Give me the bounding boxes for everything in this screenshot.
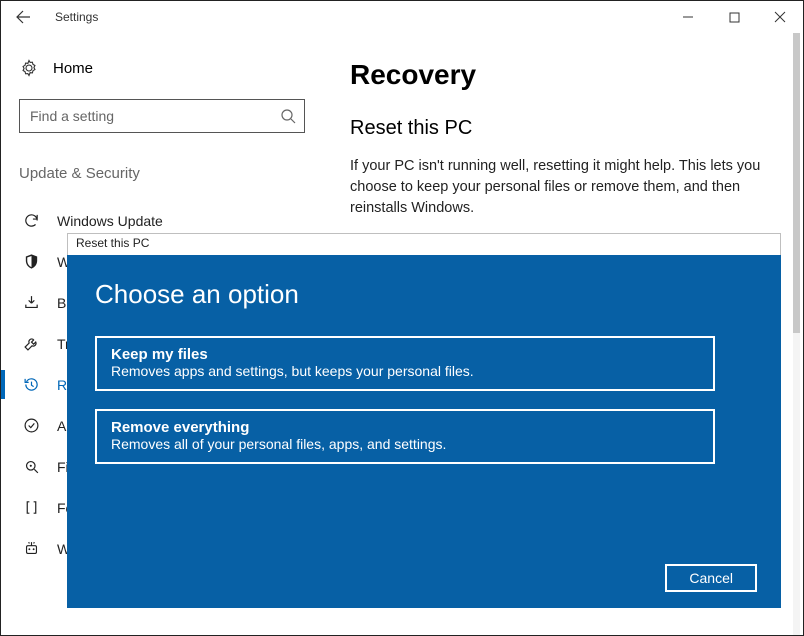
history-icon bbox=[21, 376, 41, 393]
category-label: Update & Security bbox=[19, 165, 308, 182]
window-title: Settings bbox=[45, 10, 98, 24]
dialog-heading: Choose an option bbox=[95, 279, 753, 310]
home-label: Home bbox=[53, 60, 93, 77]
scrollbar-thumb[interactable] bbox=[793, 33, 800, 333]
option-keep-my-files[interactable]: Keep my filesRemoves apps and settings, … bbox=[95, 336, 715, 391]
minimize-button[interactable] bbox=[665, 1, 711, 33]
home-button[interactable]: Home bbox=[19, 59, 308, 77]
reset-pc-dialog: Reset this PC Choose an option Keep my f… bbox=[67, 233, 781, 608]
option-desc: Removes all of your personal files, apps… bbox=[111, 436, 699, 452]
search-placeholder: Find a setting bbox=[30, 108, 114, 124]
gear-icon bbox=[19, 59, 39, 77]
option-remove-everything[interactable]: Remove everythingRemoves all of your per… bbox=[95, 409, 715, 464]
shield-icon bbox=[21, 253, 41, 270]
find-icon bbox=[21, 458, 41, 475]
sidebar-item-label: Windows Update bbox=[57, 213, 163, 229]
check-icon bbox=[21, 417, 41, 434]
section-text: If your PC isn't running well, resetting… bbox=[350, 156, 780, 219]
minimize-icon bbox=[682, 11, 694, 23]
maximize-icon bbox=[729, 12, 740, 23]
refresh-icon bbox=[21, 212, 41, 229]
robot-icon bbox=[21, 540, 41, 557]
option-desc: Removes apps and settings, but keeps you… bbox=[111, 363, 699, 379]
option-title: Remove everything bbox=[111, 419, 699, 436]
search-input[interactable]: Find a setting bbox=[19, 99, 305, 133]
section-title: Reset this PC bbox=[350, 117, 783, 140]
dialog-title: Reset this PC bbox=[67, 233, 781, 255]
scrollbar[interactable] bbox=[793, 33, 800, 635]
backup-icon bbox=[21, 294, 41, 311]
close-icon bbox=[774, 11, 786, 23]
option-title: Keep my files bbox=[111, 346, 699, 363]
back-button[interactable] bbox=[1, 9, 45, 25]
arrow-left-icon bbox=[15, 9, 31, 25]
page-title: Recovery bbox=[350, 59, 783, 91]
cancel-button[interactable]: Cancel bbox=[665, 564, 757, 592]
window-titlebar: Settings bbox=[1, 1, 803, 33]
close-button[interactable] bbox=[757, 1, 803, 33]
wrench-icon bbox=[21, 335, 41, 352]
maximize-button[interactable] bbox=[711, 1, 757, 33]
brackets-icon bbox=[21, 499, 41, 516]
search-icon bbox=[280, 108, 296, 124]
